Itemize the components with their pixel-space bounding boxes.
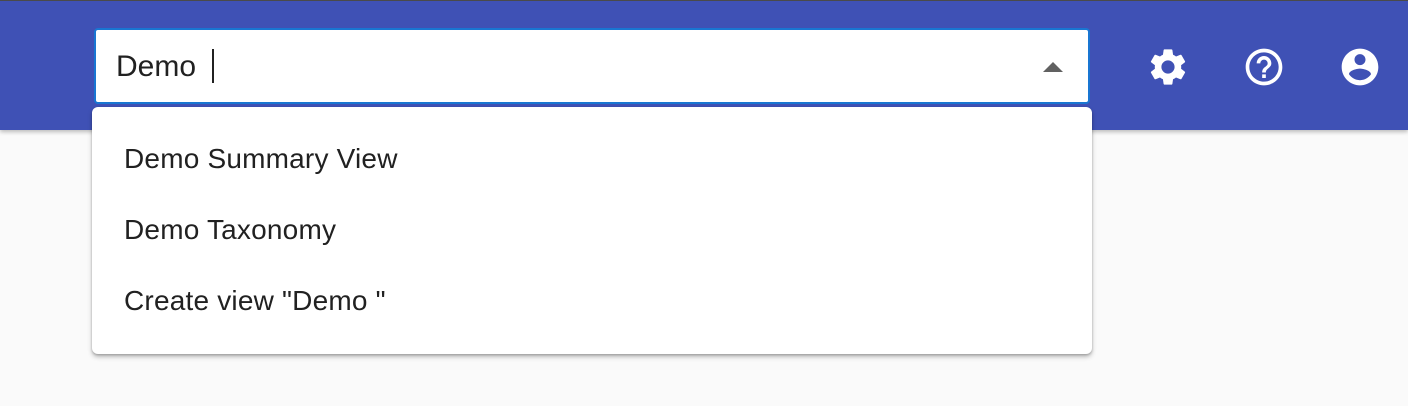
view-search-input[interactable]: Demo <box>116 30 215 102</box>
settings-button[interactable] <box>1146 45 1190 89</box>
account-button[interactable] <box>1338 45 1382 89</box>
text-caret <box>212 49 215 84</box>
search-input-value: Demo <box>116 50 205 83</box>
arrow-up-icon <box>1043 62 1063 72</box>
view-dropdown-menu: Demo Summary View Demo Taxonomy Create v… <box>92 107 1092 354</box>
dropdown-toggle-button[interactable] <box>1038 52 1068 82</box>
option-demo-summary-view[interactable]: Demo Summary View <box>92 123 1092 194</box>
help-circle-icon <box>1245 48 1283 86</box>
gear-icon <box>1150 49 1186 85</box>
option-create-view[interactable]: Create view "Demo " <box>92 265 1092 336</box>
help-button[interactable] <box>1242 45 1286 89</box>
option-demo-taxonomy[interactable]: Demo Taxonomy <box>92 194 1092 265</box>
view-search-box[interactable]: Demo <box>94 28 1090 104</box>
account-circle-icon <box>1341 48 1379 86</box>
